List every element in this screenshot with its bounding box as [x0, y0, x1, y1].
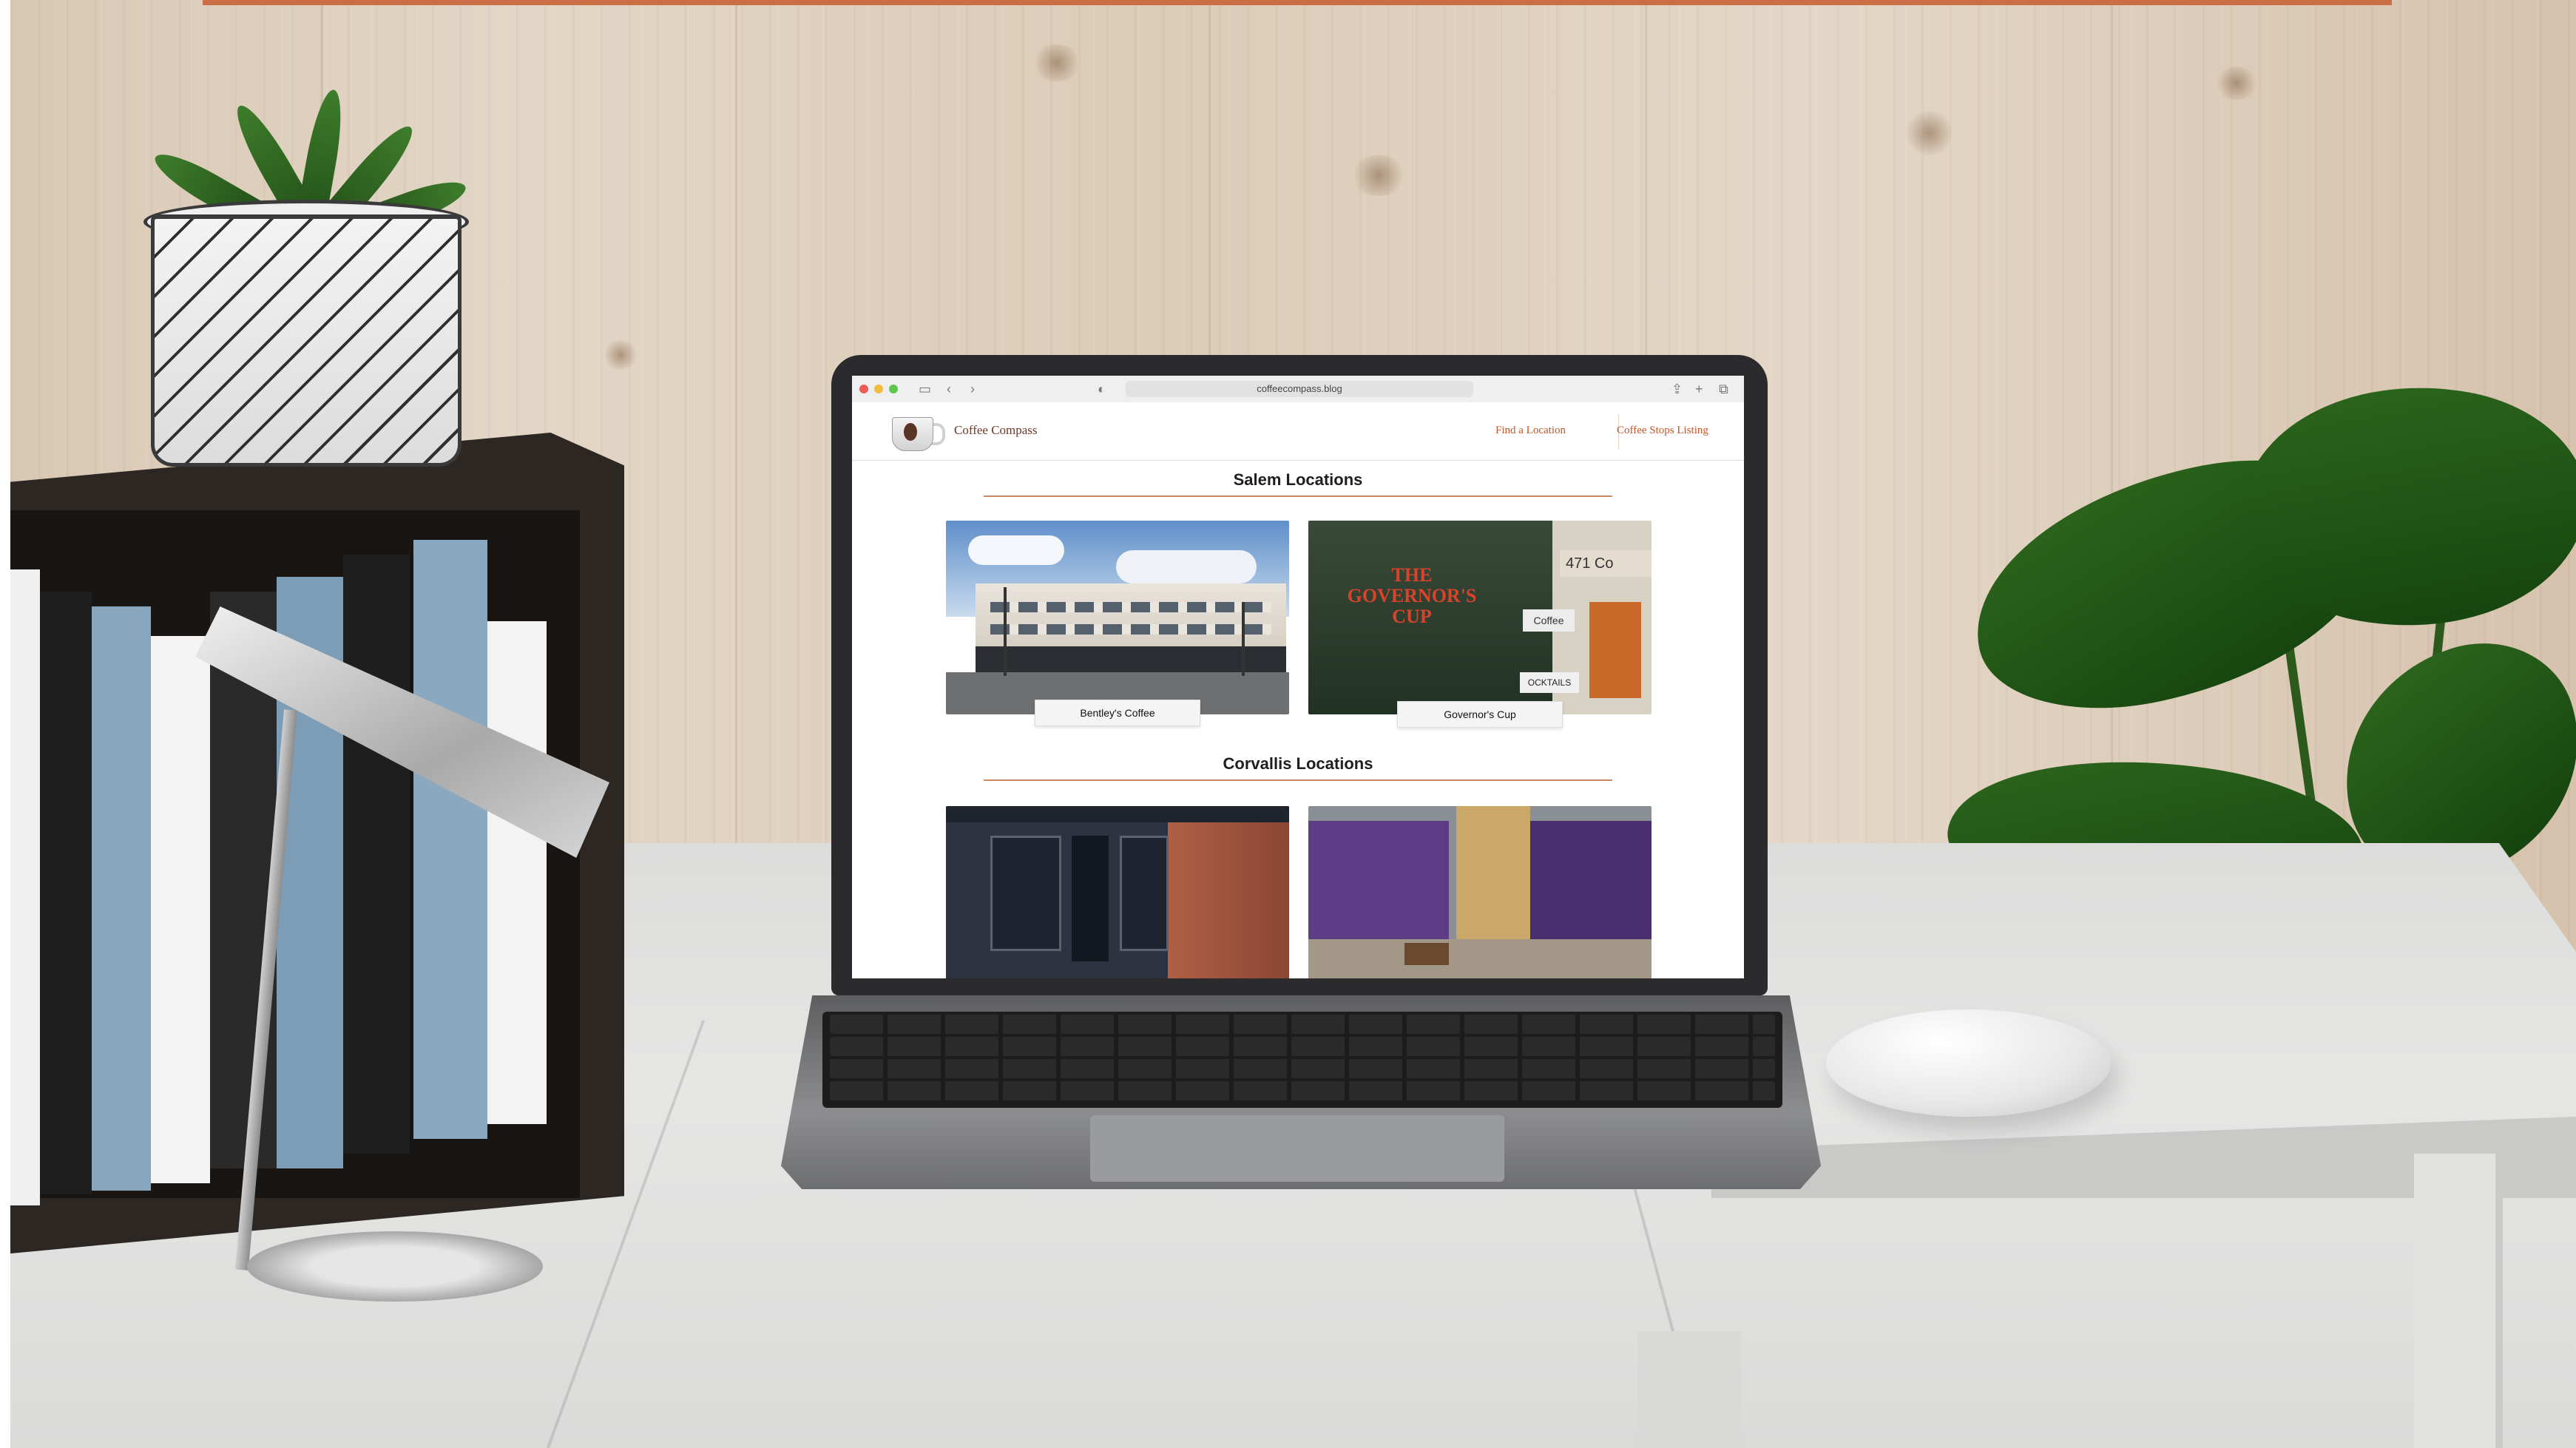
- book: [413, 540, 487, 1139]
- coffee-cup-logo[interactable]: [889, 413, 945, 451]
- storefront-door: [1589, 602, 1641, 698]
- shop-label[interactable]: Governor's Cup: [1397, 701, 1563, 728]
- zoom-window-button[interactable]: [889, 385, 898, 393]
- minimize-window-button[interactable]: [874, 385, 883, 393]
- key-row: [830, 1037, 1775, 1056]
- shop-card-governors-cup[interactable]: THE GOVERNOR'S CUP 471 Co Coffee OCKTAIL…: [1308, 521, 1652, 714]
- desk-leg: [1637, 1331, 1741, 1448]
- computer-mouse: [1826, 1009, 2111, 1117]
- scene: ▭ ‹ › ◐ coffeecompass.blog ⇪ + ⧉ Coffee …: [10, 0, 2576, 1448]
- new-tab-icon[interactable]: +: [1695, 380, 1703, 398]
- plant-pot: [151, 214, 462, 467]
- cocktails-sign: OCKTAILS: [1520, 672, 1579, 693]
- book: [92, 606, 151, 1191]
- building-windows: [990, 624, 1271, 635]
- awning: [946, 806, 1289, 822]
- coffee-bean-icon: [904, 423, 917, 441]
- shop-card-corvallis-2[interactable]: [1308, 806, 1652, 978]
- street-pole: [1004, 587, 1007, 676]
- wood-knot: [1349, 155, 1408, 196]
- section-rule: [984, 779, 1612, 781]
- cloud: [968, 535, 1064, 565]
- nav-find-location[interactable]: Find a Location: [1495, 424, 1566, 437]
- cloud: [1116, 550, 1257, 583]
- close-window-button[interactable]: [859, 385, 868, 393]
- lamp-base: [247, 1231, 543, 1302]
- sidewalk: [1308, 939, 1652, 978]
- address-bar[interactable]: coffeecompass.blog: [1126, 381, 1473, 397]
- key-row: [830, 1015, 1775, 1034]
- book: [10, 569, 40, 1205]
- book: [487, 621, 547, 1124]
- purple-storefront: [1308, 821, 1449, 939]
- address-sign: 471 Co: [1560, 550, 1652, 577]
- laptop-screen: ▭ ‹ › ◐ coffeecompass.blog ⇪ + ⧉ Coffee …: [852, 376, 1744, 978]
- top-accent-strip: [203, 0, 2392, 5]
- building-windows: [990, 602, 1271, 612]
- book: [151, 636, 210, 1183]
- key-row: [830, 1081, 1775, 1100]
- shop-card-bentleys[interactable]: [946, 521, 1289, 714]
- section-title-salem: Salem Locations: [1233, 470, 1363, 489]
- desk-leg: [2414, 1154, 2503, 1448]
- storefront-window: [1120, 836, 1169, 951]
- wood-knot: [1904, 111, 1955, 155]
- privacy-shield-icon[interactable]: ◐: [1098, 380, 1106, 398]
- shop-card-corvallis-1[interactable]: [946, 806, 1289, 978]
- coffee-sign: Coffee: [1523, 609, 1575, 632]
- keyboard: [822, 1012, 1782, 1108]
- forward-arrow-icon[interactable]: ›: [970, 380, 975, 398]
- wood-knot: [2214, 67, 2259, 100]
- brick-wall: [1168, 806, 1289, 978]
- section-rule: [984, 495, 1612, 497]
- share-icon[interactable]: ⇪: [1671, 380, 1683, 398]
- nav-coffee-stops[interactable]: Coffee Stops Listing: [1617, 424, 1708, 437]
- key-row: [830, 1059, 1775, 1078]
- book: [343, 555, 410, 1154]
- street-pole: [1242, 602, 1245, 676]
- trackpad: [1090, 1115, 1504, 1182]
- wood-knot: [1031, 44, 1083, 81]
- url-text: coffeecompass.blog: [1257, 383, 1342, 394]
- building-column: [1456, 806, 1530, 954]
- section-title-corvallis: Corvallis Locations: [1223, 754, 1373, 773]
- purple-storefront: [1530, 821, 1652, 954]
- book: [40, 592, 92, 1194]
- wood-knot: [602, 340, 639, 370]
- browser-toolbar: ▭ ‹ › ◐ coffeecompass.blog ⇪ + ⧉: [852, 376, 1744, 403]
- patio-table: [1404, 943, 1449, 965]
- sidebar-icon[interactable]: ▭: [919, 380, 931, 398]
- shop-label[interactable]: Bentley's Coffee: [1035, 700, 1200, 726]
- storefront-window: [990, 836, 1061, 951]
- storefront-door: [1072, 836, 1109, 961]
- back-arrow-icon[interactable]: ‹: [947, 380, 951, 398]
- governors-cup-sign: THE GOVERNOR'S CUP: [1347, 564, 1477, 627]
- site-brand[interactable]: Coffee Compass: [954, 423, 1038, 438]
- tab-overview-icon[interactable]: ⧉: [1719, 380, 1728, 398]
- storefront-awning: [976, 646, 1286, 676]
- site-header: Coffee Compass Find a Location Coffee St…: [852, 402, 1744, 461]
